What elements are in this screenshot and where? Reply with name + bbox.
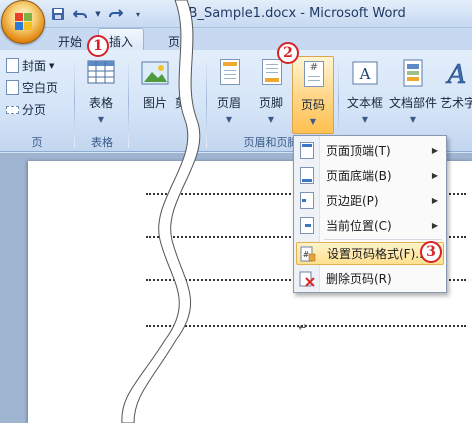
menu-divider — [324, 239, 442, 240]
quick-parts-label: 文档部件 — [388, 96, 437, 110]
step-callout-3: 3 — [420, 241, 442, 263]
clipart-button[interactable]: 剪 — [174, 56, 188, 130]
office-button[interactable] — [1, 0, 45, 44]
group-label-table: 表格 — [91, 136, 113, 149]
table-label: 表格 — [88, 96, 113, 110]
blank-page-icon — [6, 80, 19, 95]
chevron-right-icon: ▶ — [431, 146, 438, 155]
quick-parts-button[interactable]: 文档部件 ▼ — [388, 56, 438, 130]
table-button[interactable]: 表格 ▼ — [80, 56, 122, 130]
page-number-button[interactable]: # 页码 ▼ — [292, 56, 334, 134]
chevron-right-icon: ▶ — [431, 221, 438, 230]
tab-page-layout[interactable]: 页 — [160, 31, 188, 50]
page-number-menu: 页面顶端(T) ▶ 页面底端(B) ▶ 页边距(P) ▶ 当前位置(C) ▶ #… — [293, 135, 447, 293]
ribbon-tabs: 开始 插入 页 — [0, 28, 472, 50]
group-label-pages: 页 — [31, 136, 43, 149]
textbox-label: 文本框 — [346, 96, 383, 110]
footer-button[interactable]: 页脚 ▼ — [250, 56, 292, 130]
menu-item-remove-page-numbers[interactable]: 删除页码(R) — [296, 267, 444, 290]
cover-page-button[interactable]: 封面 ▼ — [6, 56, 54, 75]
cover-page-icon — [6, 58, 19, 73]
customize-icon[interactable]: ▾ — [130, 6, 146, 22]
svg-text:#: # — [303, 250, 310, 259]
step-callout-1: 1 — [87, 35, 109, 57]
wordart-label: 艺术字 — [439, 96, 472, 110]
header-icon — [214, 58, 244, 90]
page-break-label: 分页 — [22, 103, 47, 117]
table-icon — [86, 58, 116, 90]
wordart-button[interactable]: A 艺术字 — [438, 56, 472, 130]
current-position-icon — [296, 216, 318, 236]
menu-item-label: 删除页码(R) — [326, 272, 392, 286]
page-bottom-icon — [296, 166, 318, 186]
svg-text:A: A — [446, 60, 467, 88]
menu-item-page-margins[interactable]: 页边距(P) ▶ — [296, 189, 444, 212]
menu-item-top-of-page[interactable]: 页面顶端(T) ▶ — [296, 139, 444, 162]
office-logo-icon — [15, 13, 32, 30]
quick-access-toolbar: ▼ ▾ — [50, 6, 146, 22]
group-divider — [74, 56, 75, 148]
menu-item-label: 当前位置(C) — [326, 219, 392, 233]
picture-label: 图片 — [142, 96, 167, 110]
page-number-icon: # — [298, 60, 328, 92]
blank-page-button[interactable]: 空白页 — [6, 78, 58, 97]
cover-page-label: 封面 — [22, 59, 47, 73]
chevron-down-icon: ▼ — [267, 115, 275, 124]
clipart-icon — [174, 58, 188, 90]
chevron-down-icon: ▼ — [361, 115, 369, 124]
chevron-down-icon[interactable]: ▼ — [94, 6, 102, 22]
textbox-button[interactable]: A 文本框 ▼ — [342, 56, 388, 130]
window-title: KB_Sample1.docx - Microsoft Word — [180, 6, 406, 21]
group-divider — [206, 56, 207, 148]
page-margin-icon — [296, 191, 318, 211]
step-callout-2: 2 — [277, 42, 299, 64]
chevron-down-icon: ▼ — [309, 117, 317, 126]
footer-label: 页脚 — [258, 96, 283, 110]
menu-item-label: 设置页码格式(F)... — [327, 247, 427, 261]
blank-page-label: 空白页 — [22, 81, 59, 95]
undo-icon[interactable] — [72, 6, 88, 22]
page-break-button[interactable]: 分页 — [6, 100, 46, 119]
chevron-right-icon: ▶ — [431, 171, 438, 180]
menu-item-label: 页面顶端(T) — [326, 144, 391, 158]
menu-item-bottom-of-page[interactable]: 页面底端(B) ▶ — [296, 164, 444, 187]
quick-parts-icon — [398, 58, 428, 90]
menu-item-current-position[interactable]: 当前位置(C) ▶ — [296, 214, 444, 237]
paragraph-mark-icon: ↵ — [298, 321, 308, 334]
remove-page-number-icon — [296, 269, 318, 289]
group-divider — [128, 56, 129, 148]
menu-item-label: 页面底端(B) — [326, 169, 392, 183]
format-page-number-icon: # — [297, 244, 319, 264]
redo-icon[interactable] — [108, 6, 124, 22]
save-icon[interactable] — [50, 6, 66, 22]
picture-button[interactable]: 图片 — [134, 56, 176, 130]
title-bar: ▼ ▾ KB_Sample1.docx - Microsoft Word — [0, 0, 472, 28]
tab-home[interactable]: 开始 — [50, 31, 90, 50]
header-button[interactable]: 页眉 ▼ — [208, 56, 250, 130]
chevron-right-icon: ▶ — [431, 196, 438, 205]
page-top-icon — [296, 141, 318, 161]
svg-text:A: A — [359, 65, 371, 83]
chevron-down-icon: ▼ — [409, 115, 417, 124]
picture-icon — [140, 58, 170, 90]
footer-icon — [256, 58, 286, 90]
chevron-down-icon: ▼ — [49, 61, 55, 70]
clipart-label: 剪 — [174, 96, 187, 110]
textbox-icon: A — [350, 58, 380, 90]
wordart-icon: A — [443, 58, 472, 91]
header-label: 页眉 — [216, 96, 241, 110]
chevron-down-icon: ▼ — [225, 115, 233, 124]
page-number-label: 页码 — [300, 98, 325, 112]
chevron-down-icon: ▼ — [97, 115, 105, 124]
page-break-icon — [6, 105, 19, 114]
menu-item-label: 页边距(P) — [326, 194, 379, 208]
